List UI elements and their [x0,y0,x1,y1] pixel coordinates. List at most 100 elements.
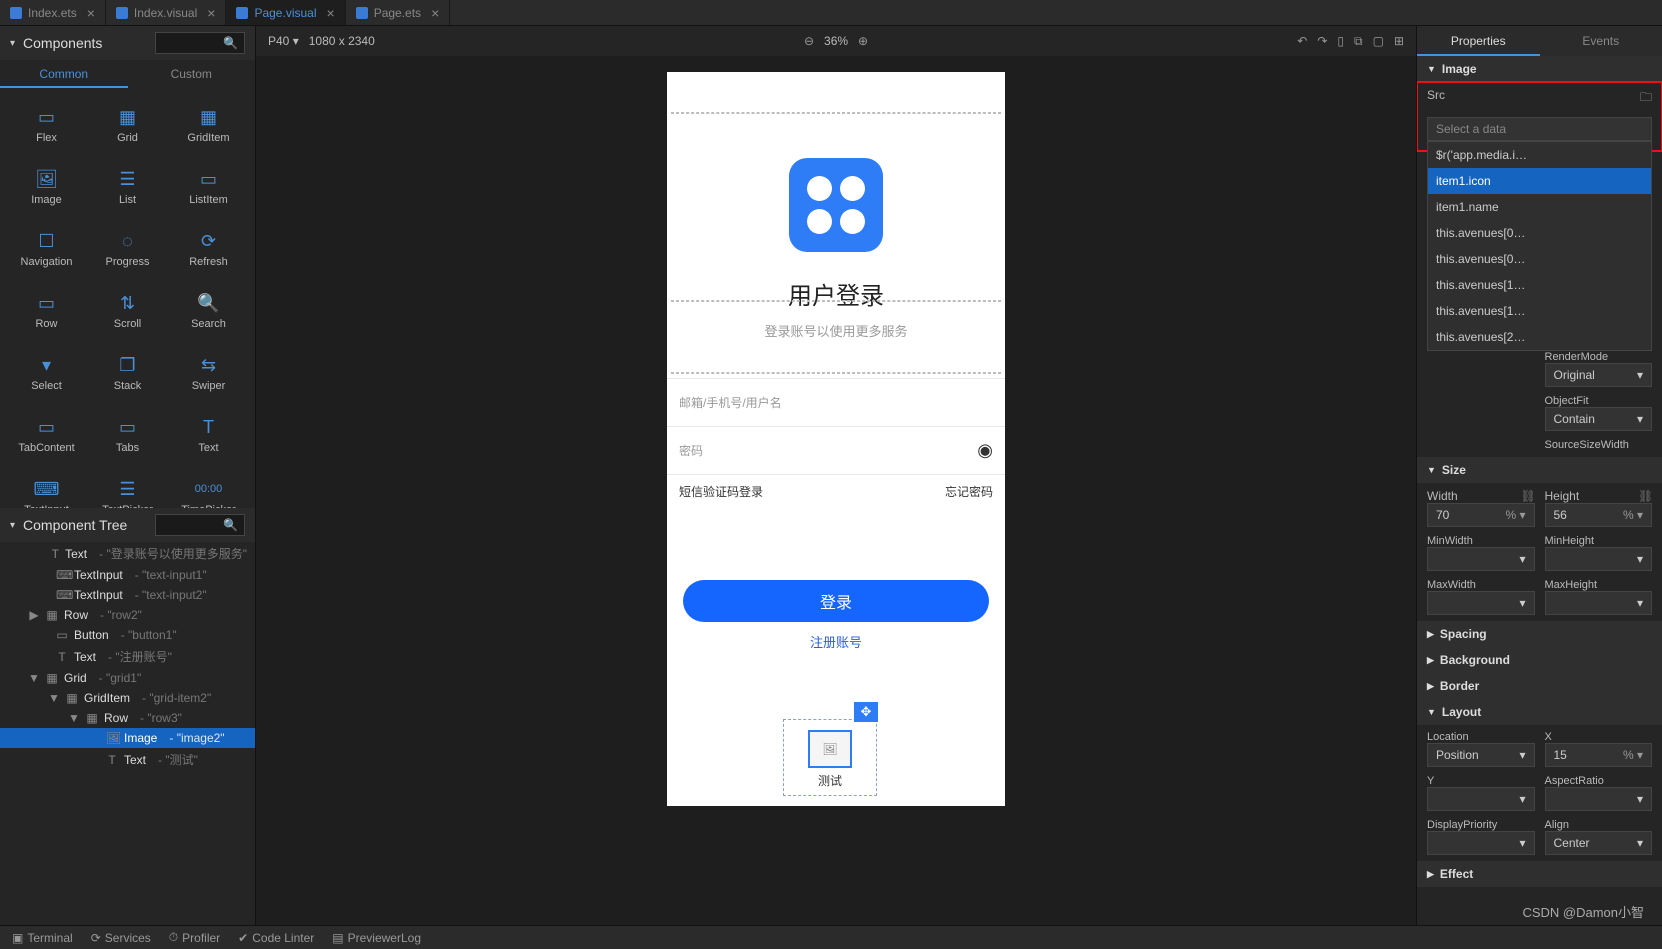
minwidth-input[interactable]: ▾ [1427,547,1535,571]
close-icon[interactable]: × [431,5,439,21]
component-search[interactable]: 🔍Search [170,282,247,340]
subtab-custom[interactable]: Custom [128,60,256,88]
tree-row[interactable]: TText- "登录账号以使用更多服务" [0,542,255,565]
src-input[interactable]: Select a data [1427,117,1652,141]
section-spacing[interactable]: ▶Spacing [1417,621,1662,647]
tree-row[interactable]: TText- "注册账号" [0,645,255,668]
zoom-in-icon[interactable]: ⊕ [858,34,868,48]
components-header[interactable]: ▾ Components 🔍 [0,26,255,60]
tree-row[interactable]: ▼▦Row- "row3" [0,708,255,728]
codelinter-tab[interactable]: ✔ Code Linter [238,931,314,945]
component-progress[interactable]: ◌Progress [89,220,166,278]
password-field[interactable]: 密码◉ [667,426,1005,474]
redo-icon[interactable]: ↷ [1317,34,1327,48]
src-dropdown[interactable]: Select a data $r('app.media.i… item1.ico… [1427,117,1652,141]
width-input[interactable]: 70% ▾ [1427,503,1535,527]
src-option[interactable]: this.avenues[0… [1428,246,1651,272]
forgot-link[interactable]: 忘记密码 [945,483,993,500]
src-option[interactable]: this.avenues[2… [1428,324,1651,350]
device-frame[interactable]: 用户登录 登录账号以使用更多服务 邮箱/手机号/用户名 密码◉ 短信验证码登录 … [667,72,1005,806]
component-image[interactable]: 🖼Image [8,158,85,216]
component-row[interactable]: ▭Row [8,282,85,340]
component-textinput[interactable]: ⌨TextInput [8,468,85,508]
minheight-input[interactable]: ▾ [1545,547,1653,571]
tree-search[interactable]: 🔍 [155,514,245,536]
tree-row[interactable]: ▶▦Row- "row2" [0,605,255,625]
component-list[interactable]: ☰List [89,158,166,216]
src-option[interactable]: this.avenues[1… [1428,272,1651,298]
tab-index-visual[interactable]: Index.visual× [106,0,227,25]
component-select[interactable]: ▾Select [8,344,85,402]
component-listitem[interactable]: ▭ListItem [170,158,247,216]
subtab-common[interactable]: Common [0,60,128,88]
component-textpicker[interactable]: ☰TextPicker [89,468,166,508]
profiler-tab[interactable]: ⏱ Profiler [169,930,220,945]
device-icon[interactable]: ▯ [1337,34,1344,48]
close-icon[interactable]: × [207,5,215,21]
tree-row[interactable]: ▼▦GridItem- "grid-item2" [0,688,255,708]
tree-row[interactable]: ⌨TextInput- "text-input1" [0,565,255,585]
height-input[interactable]: 56% ▾ [1545,503,1653,527]
eye-off-icon[interactable]: ◉ [977,440,993,461]
tree-header[interactable]: ▾ Component Tree 🔍 [0,508,255,542]
component-flex[interactable]: ▭Flex [8,96,85,154]
zoom-out-icon[interactable]: ⊖ [804,34,814,48]
align-select[interactable]: Center▾ [1545,831,1653,855]
rendermode-select[interactable]: Original▾ [1545,363,1653,387]
section-effect[interactable]: ▶Effect [1417,861,1662,887]
component-grid[interactable]: ▦Grid [89,96,166,154]
section-image[interactable]: ▼Image [1417,56,1662,82]
tree-row[interactable]: ▭Button- "button1" [0,625,255,645]
tab-page-ets[interactable]: Page.ets× [346,0,451,25]
selected-grid-item[interactable]: ✥ 🖼 测试 [783,719,877,796]
undo-icon[interactable]: ↶ [1297,34,1307,48]
component-search[interactable]: 🔍 [155,32,245,54]
component-swiper[interactable]: ⇆Swiper [170,344,247,402]
image-placeholder[interactable]: 🖼 [808,730,852,768]
section-layout[interactable]: ▼Layout [1417,699,1662,725]
tab-properties[interactable]: Properties [1417,26,1540,56]
link-icon[interactable]: ⛓ [1638,489,1652,503]
services-tab[interactable]: ⟳ Services [91,931,151,945]
src-option[interactable]: $r('app.media.i… [1428,142,1651,168]
caret-icon[interactable]: ▼ [48,691,60,705]
component-navigation[interactable]: ☐Navigation [8,220,85,278]
tree-row[interactable]: TText- "测试" [0,748,255,771]
src-option[interactable]: this.avenues[0… [1428,220,1651,246]
tab-index-ets[interactable]: Index.ets× [0,0,106,25]
sms-login-link[interactable]: 短信验证码登录 [679,483,763,500]
objectfit-select[interactable]: Contain▾ [1545,407,1653,431]
section-border[interactable]: ▶Border [1417,673,1662,699]
tab-page-visual[interactable]: Page.visual× [226,0,345,25]
component-refresh[interactable]: ⟳Refresh [170,220,247,278]
browse-icon[interactable]: 🗀 [1640,88,1652,109]
grid-icon[interactable]: ⊞ [1394,34,1404,48]
caret-icon[interactable]: ▼ [28,671,40,685]
priority-input[interactable]: ▾ [1427,831,1535,855]
caret-icon[interactable]: ▼ [68,711,80,725]
location-select[interactable]: Position▾ [1427,743,1535,767]
terminal-tab[interactable]: ▣ Terminal [12,931,73,945]
component-scroll[interactable]: ⇅Scroll [89,282,166,340]
src-option[interactable]: item1.icon [1428,168,1651,194]
component-timepicker[interactable]: 00:00TimePicker [170,468,247,508]
y-input[interactable]: ▾ [1427,787,1535,811]
section-background[interactable]: ▶Background [1417,647,1662,673]
register-link[interactable]: 注册账号 [667,632,1005,651]
tree-row[interactable]: 🖼Image- "image2" [0,728,255,748]
email-field[interactable]: 邮箱/手机号/用户名 [667,378,1005,426]
src-option[interactable]: this.avenues[1… [1428,298,1651,324]
component-text[interactable]: TText [170,406,247,464]
close-icon[interactable]: × [327,5,335,21]
component-tabcontent[interactable]: ▭TabContent [8,406,85,464]
canvas[interactable]: 用户登录 登录账号以使用更多服务 邮箱/手机号/用户名 密码◉ 短信验证码登录 … [256,56,1416,925]
tab-events[interactable]: Events [1540,26,1662,56]
fullscreen-icon[interactable]: ▢ [1373,34,1384,48]
component-griditem[interactable]: ▦GridItem [170,96,247,154]
previewer-tab[interactable]: ▤ PreviewerLog [332,931,421,945]
src-option[interactable]: item1.name [1428,194,1651,220]
x-input[interactable]: 15% ▾ [1545,743,1653,767]
close-icon[interactable]: × [87,5,95,21]
copy-icon[interactable]: ⧉ [1354,34,1363,49]
tree-row[interactable]: ▼▦Grid- "grid1" [0,668,255,688]
